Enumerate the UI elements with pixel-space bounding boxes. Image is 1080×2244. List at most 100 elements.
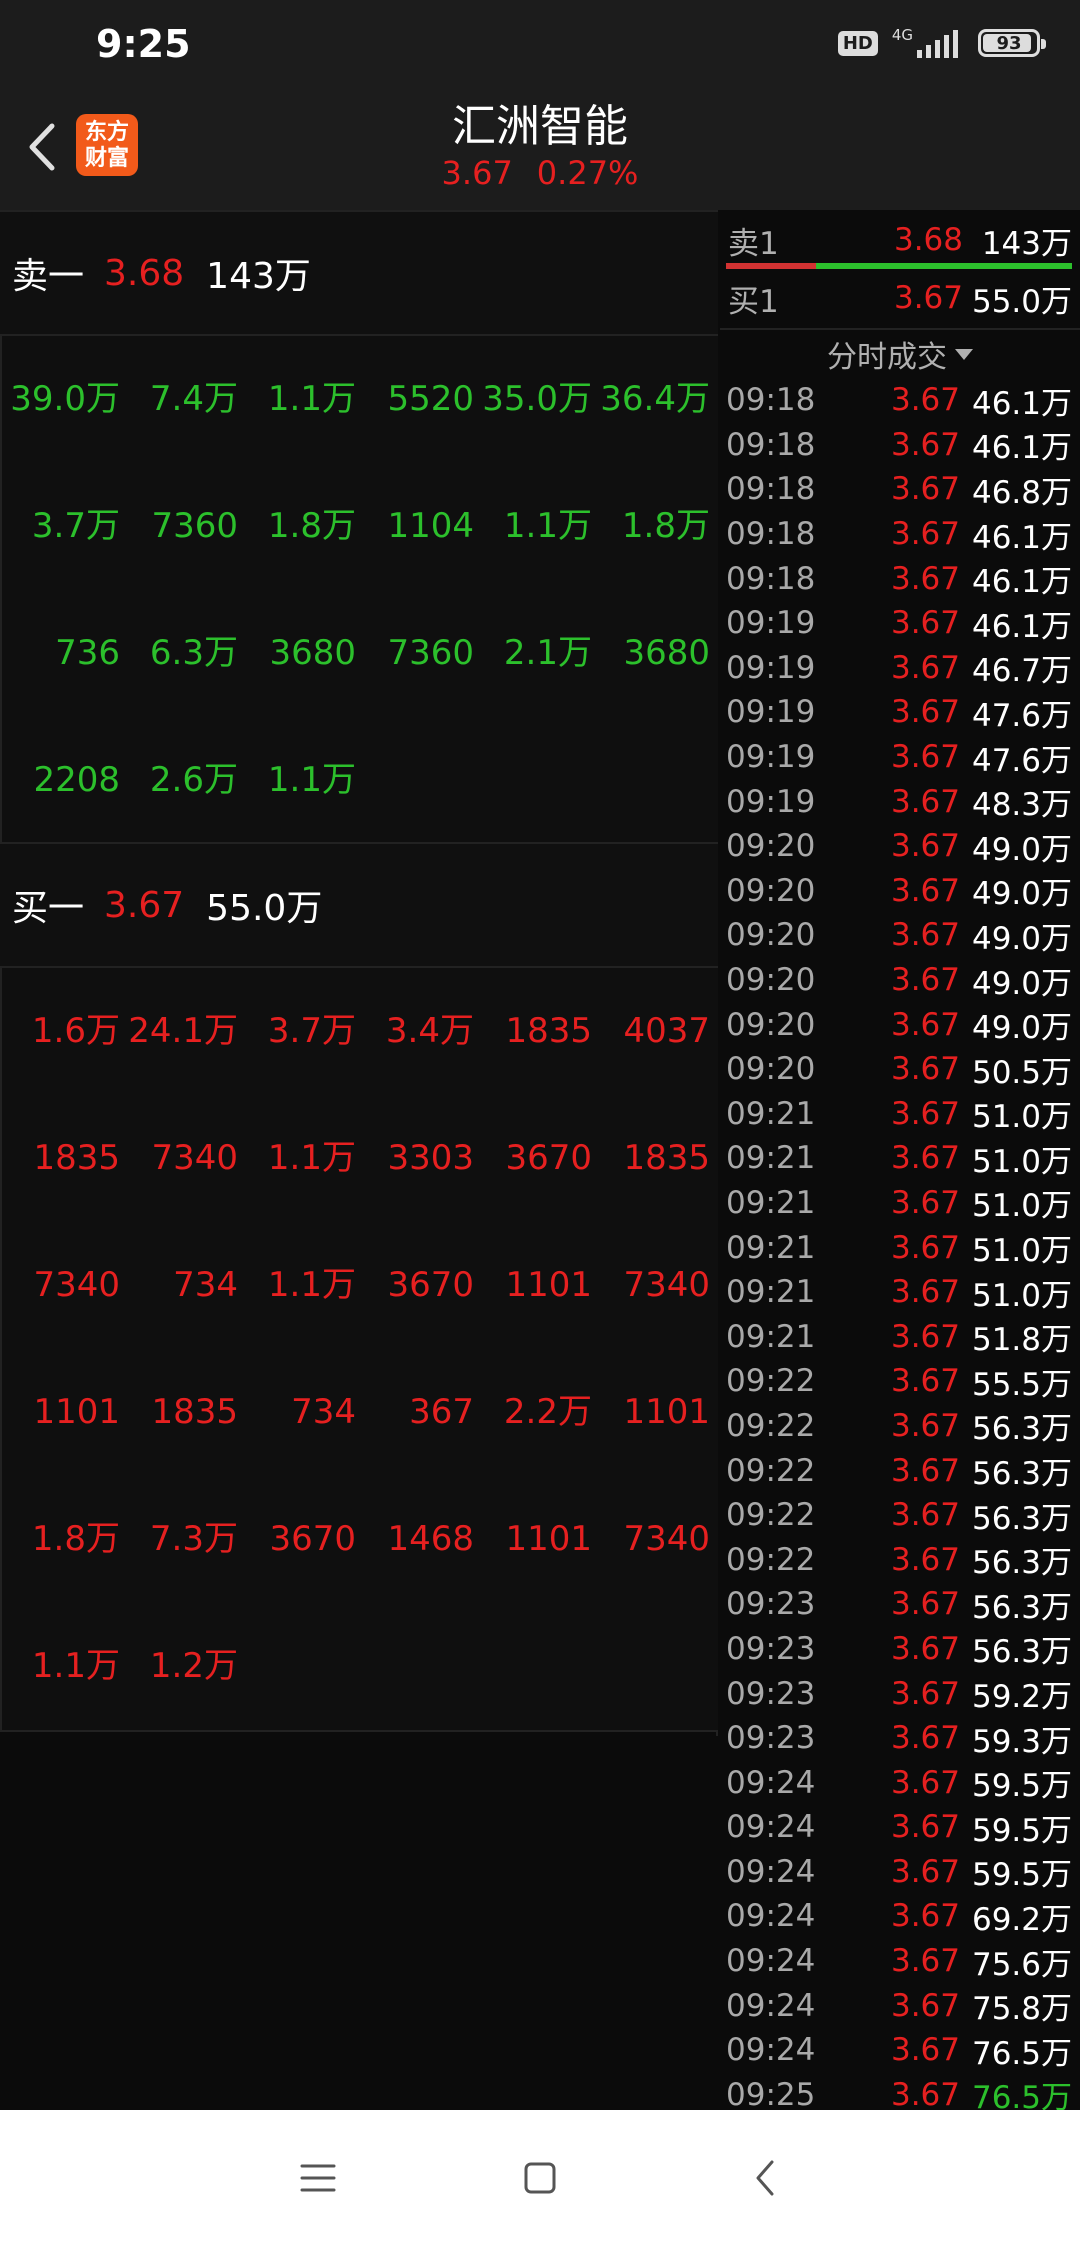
tick-time: 09:24	[726, 1898, 816, 1935]
sell-queue-cell: 3680	[269, 633, 356, 673]
tick-price: 3.67	[890, 1452, 960, 1489]
sell-queue-cell: 3.7万	[31, 506, 120, 546]
tick-time: 09:23	[726, 1675, 816, 1712]
right-sell1-row: 卖1 3.68 143万	[720, 212, 1080, 268]
tick-row: 09:23 3.67 59.2万	[720, 1671, 1080, 1716]
tick-volume: 47.6万	[971, 697, 1072, 734]
tick-price: 3.67	[890, 1675, 960, 1712]
buy-queue-cell: 7340	[623, 1265, 710, 1305]
tick-price: 3.67	[890, 694, 960, 731]
tick-time: 09:21	[726, 1318, 816, 1355]
tick-time: 09:24	[726, 2032, 816, 2069]
tick-type-dropdown[interactable]: 分时成交	[720, 328, 1080, 378]
tick-price: 3.67	[890, 1407, 960, 1444]
right-sell1-price: 3.68	[893, 222, 963, 258]
tick-volume: 56.3万	[971, 1545, 1072, 1582]
tick-volume: 51.8万	[971, 1322, 1072, 1359]
tick-row: 09:22 3.67 56.3万	[720, 1448, 1080, 1493]
right-buy1-row: 买1 3.67 55.0万	[720, 270, 1080, 326]
tick-price: 3.67	[890, 1987, 960, 2024]
nav-menu-button[interactable]	[288, 2148, 348, 2208]
tick-time: 09:23	[726, 1630, 816, 1667]
tick-price: 3.67	[890, 962, 960, 999]
stock-quote: 3.67 0.27%	[0, 154, 1080, 192]
tick-volume: 51.0万	[971, 1099, 1072, 1136]
tick-price: 3.67	[890, 471, 960, 508]
tick-row: 09:22 3.67 55.5万	[720, 1359, 1080, 1404]
buy-queue-cell: 1835	[505, 1011, 592, 1051]
queue-bottom-divider	[0, 1730, 718, 1732]
tick-row: 09:23 3.67 56.3万	[720, 1582, 1080, 1627]
tick-price: 3.67	[890, 783, 960, 820]
tick-row: 09:21 3.67 51.0万	[720, 1181, 1080, 1226]
tick-list[interactable]: 09:18 3.67 46.1万 09:18 3.67 46.1万 09:18 3.67 46.…	[720, 378, 1080, 2117]
tick-volume: 69.2万	[971, 1901, 1072, 1938]
tick-row: 09:22 3.67 56.3万	[720, 1537, 1080, 1582]
tick-volume: 47.6万	[971, 742, 1072, 779]
tick-price: 3.67	[890, 2032, 960, 2069]
tick-price: 3.67	[890, 872, 960, 909]
tick-volume: 46.1万	[971, 519, 1072, 556]
tick-price: 3.67	[890, 516, 960, 553]
sell-queue-cell: 36.4万	[600, 379, 710, 419]
tick-volume: 59.2万	[971, 1679, 1072, 1716]
buy-queue-cell: 3.7万	[267, 1011, 356, 1051]
tick-price: 3.67	[890, 917, 960, 954]
tick-price: 3.67	[890, 1809, 960, 1846]
buy-queue-cell: 7340	[33, 1265, 120, 1305]
tick-volume: 49.0万	[971, 1010, 1072, 1047]
sell-queue-cell: 39.0万	[10, 379, 120, 419]
buy-queue-cell: 1101	[623, 1392, 710, 1432]
sell-queue-cell: 35.0万	[482, 379, 592, 419]
tick-price: 3.67	[890, 739, 960, 776]
stock-name: 汇洲智能	[452, 101, 628, 152]
nav-home-button[interactable]	[510, 2148, 570, 2208]
tick-volume: 55.5万	[971, 1366, 1072, 1403]
buy-queue-cell: 4037	[623, 1011, 710, 1051]
buy-queue-cell: 7.3万	[149, 1519, 238, 1559]
system-nav-bar	[0, 2110, 1080, 2244]
tick-time: 09:21	[726, 1274, 816, 1311]
tick-time: 09:24	[726, 1943, 816, 1980]
tick-time: 09:20	[726, 962, 816, 999]
signal-icon: 4G	[892, 28, 958, 58]
tick-row: 09:24 3.67 76.5万	[720, 2028, 1080, 2073]
tick-row: 09:18 3.67 46.8万	[720, 467, 1080, 512]
tick-row: 09:24 3.67 59.5万	[720, 1760, 1080, 1805]
buy-level-row[interactable]: 买一 3.67 55.0万	[0, 842, 718, 968]
tick-time: 09:20	[726, 1051, 816, 1088]
tick-volume: 46.7万	[971, 653, 1072, 690]
buy-queue-cell: 1101	[33, 1392, 120, 1432]
tick-volume: 49.0万	[971, 876, 1072, 913]
tick-time: 09:22	[726, 1452, 816, 1489]
buy-queue-cell: 734	[173, 1265, 238, 1305]
buy-queue-cell: 367	[409, 1392, 474, 1432]
tick-volume: 51.0万	[971, 1277, 1072, 1314]
ratio-green-segment	[815, 263, 1072, 269]
buy-queue-cell: 1835	[33, 1138, 120, 1178]
buy-queue-cell: 734	[291, 1392, 356, 1432]
tick-volume: 49.0万	[971, 831, 1072, 868]
buy-queue-cell: 1835	[151, 1392, 238, 1432]
tick-row: 09:20 3.67 50.5万	[720, 1047, 1080, 1092]
buy-queue-cell: 1.8万	[31, 1519, 120, 1559]
tick-time: 09:21	[726, 1229, 816, 1266]
buy-queue-cell: 1.1万	[267, 1138, 356, 1178]
tick-price: 3.67	[890, 1229, 960, 1266]
tick-volume: 75.6万	[971, 1946, 1072, 1983]
tick-row: 09:19 3.67 47.6万	[720, 735, 1080, 780]
buy-queue-cell: 3.4万	[385, 1011, 474, 1051]
buy-queue-cell: 2.2万	[503, 1392, 592, 1432]
nav-back-button[interactable]	[736, 2148, 796, 2208]
tick-time: 09:21	[726, 1184, 816, 1221]
tick-volume: 56.3万	[971, 1634, 1072, 1671]
tick-time: 09:23	[726, 1720, 816, 1757]
tick-price: 3.67	[890, 1051, 960, 1088]
status-icons: HD 4G 93	[837, 28, 1046, 58]
tick-price: 3.67	[890, 1318, 960, 1355]
buy-queue-cell: 1.2万	[149, 1646, 238, 1686]
tick-price: 3.67	[890, 605, 960, 642]
sell-queue-cell: 736	[55, 633, 120, 673]
sell-level-row[interactable]: 卖一 3.68 143万	[0, 210, 718, 336]
battery-level: 93	[996, 32, 1022, 54]
